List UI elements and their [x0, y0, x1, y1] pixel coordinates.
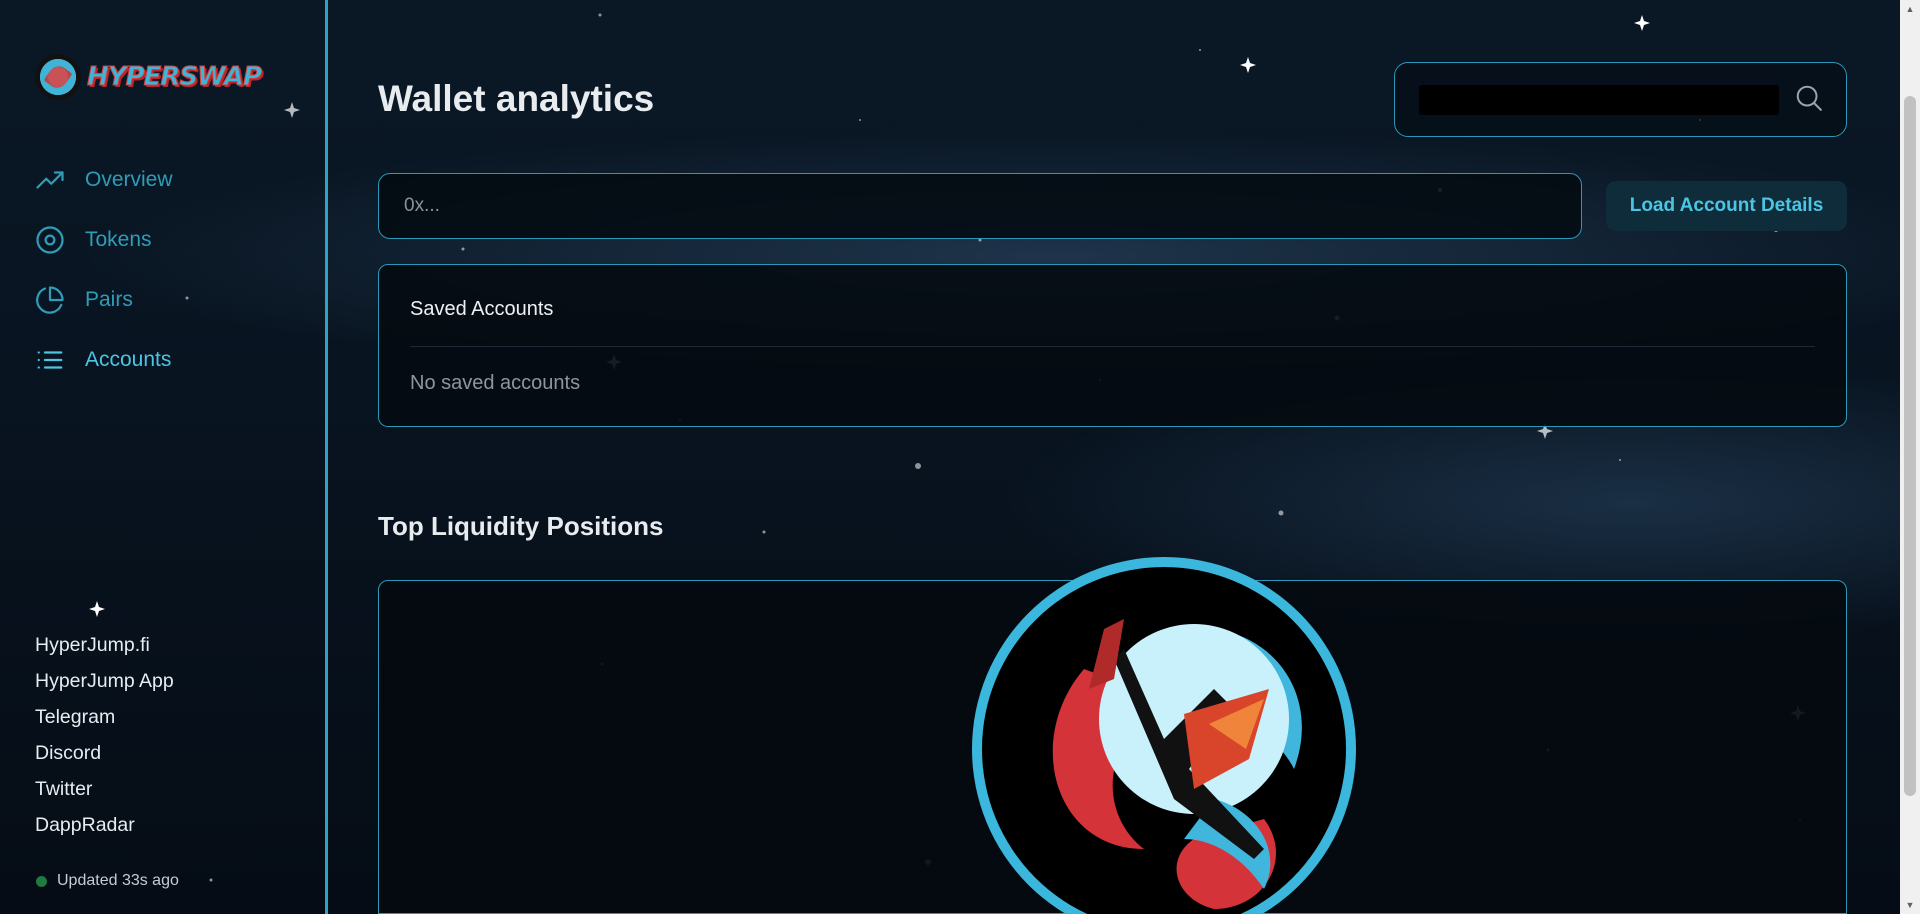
nav-item-label: Overview [85, 168, 173, 191]
global-search[interactable] [1394, 62, 1847, 137]
nav-item-label: Tokens [85, 228, 152, 251]
nav-item-label: Accounts [85, 348, 172, 371]
saved-accounts-empty-text: No saved accounts [410, 372, 581, 394]
sidebar: HYPERSWAP Overview Tokens Pairs Accounts… [0, 0, 328, 914]
link-hyperjump-app[interactable]: HyperJump App [35, 666, 174, 702]
hyperswap-loading-logo-icon [972, 557, 1356, 914]
list-icon [37, 351, 63, 369]
link-twitter[interactable]: Twitter [35, 774, 174, 810]
search-input[interactable] [1419, 85, 1779, 115]
link-discord[interactable]: Discord [35, 738, 174, 774]
saved-accounts-title: Saved Accounts [410, 298, 554, 320]
page-title: Wallet analytics [378, 78, 655, 119]
top-liquidity-card [378, 557, 1847, 914]
external-links: HyperJump.fi HyperJump App Telegram Disc… [35, 630, 174, 846]
link-telegram[interactable]: Telegram [35, 702, 174, 738]
brand-name: HYPERSWAP [86, 62, 262, 93]
main-nav: Overview Tokens Pairs Accounts [35, 150, 173, 390]
nav-item-pairs[interactable]: Pairs [35, 270, 173, 330]
brand-logo[interactable]: HYPERSWAP [35, 54, 263, 100]
scroll-thumb[interactable] [1904, 96, 1916, 796]
status-dot-icon [36, 875, 47, 887]
update-status: Updated 33s ago [36, 872, 179, 890]
top-liquidity-title: Top Liquidity Positions [378, 511, 664, 541]
link-dappradar[interactable]: DappRadar [35, 810, 174, 846]
search-icon[interactable] [1794, 83, 1824, 113]
link-hyperjump-fi[interactable]: HyperJump.fi [35, 630, 174, 666]
nav-item-accounts[interactable]: Accounts [35, 330, 173, 390]
account-address-input[interactable] [378, 173, 1582, 239]
scroll-up-arrow-icon[interactable]: ▲ [1900, 0, 1920, 18]
trending-up-icon [36, 171, 64, 189]
nav-item-label: Pairs [85, 288, 133, 311]
load-account-details-button[interactable]: Load Account Details [1606, 181, 1847, 231]
status-text: Updated 33s ago [57, 872, 179, 889]
page-scrollbar[interactable]: ▲ ▼ [1900, 0, 1920, 914]
saved-accounts-card: Saved Accounts No saved accounts [378, 264, 1847, 427]
divider [410, 346, 1815, 347]
scroll-down-arrow-icon[interactable]: ▼ [1900, 896, 1920, 914]
pie-chart-icon [36, 286, 64, 314]
target-icon [36, 226, 64, 254]
nav-item-tokens[interactable]: Tokens [35, 210, 173, 270]
hyperswap-logo-icon [35, 54, 81, 100]
main-content: Wallet analytics Load Account Details Sa… [329, 0, 1900, 914]
nav-item-overview[interactable]: Overview [35, 150, 173, 210]
